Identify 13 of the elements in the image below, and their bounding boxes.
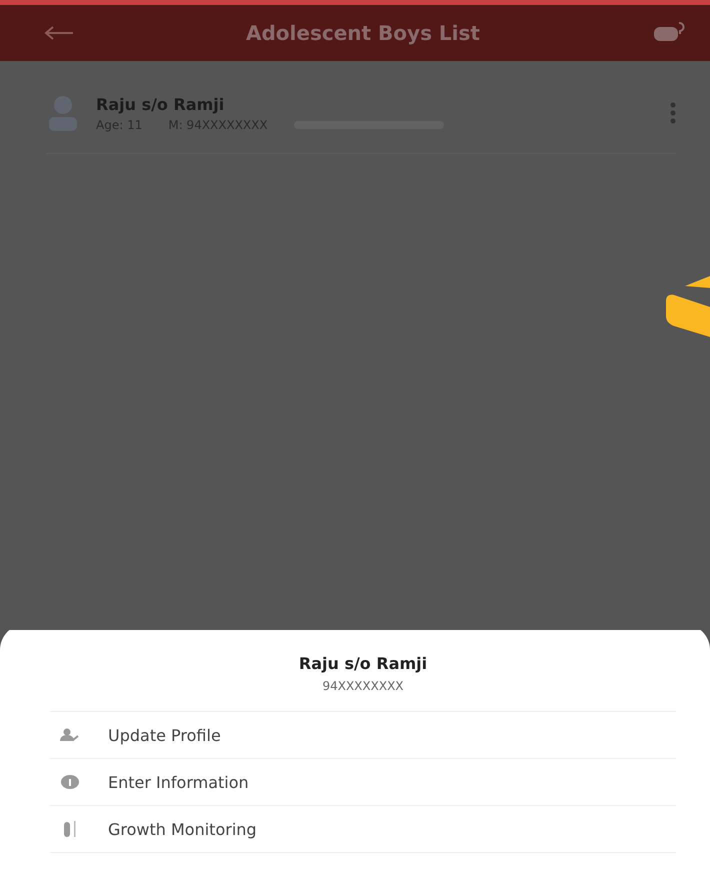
back-arrow-icon[interactable] [44, 26, 74, 40]
person-icon [46, 93, 80, 133]
person-edit-icon [60, 728, 80, 742]
sheet-phone: 94XXXXXXXX [322, 679, 404, 693]
info-icon [60, 774, 80, 790]
sheet-name: Raju s/o Ramji [298, 654, 428, 673]
menu-item[interactable]: Growth Monitoring [50, 806, 676, 853]
header-title: Adolescent Boys List [246, 21, 480, 45]
menu-item[interactable]: Enter Information [50, 759, 676, 806]
more-icon[interactable] [670, 102, 676, 124]
row-name: Raju s/o Ramji [96, 94, 226, 114]
accent-shape-drawing [666, 276, 710, 337]
menu-item[interactable]: Update Profile [50, 712, 676, 759]
